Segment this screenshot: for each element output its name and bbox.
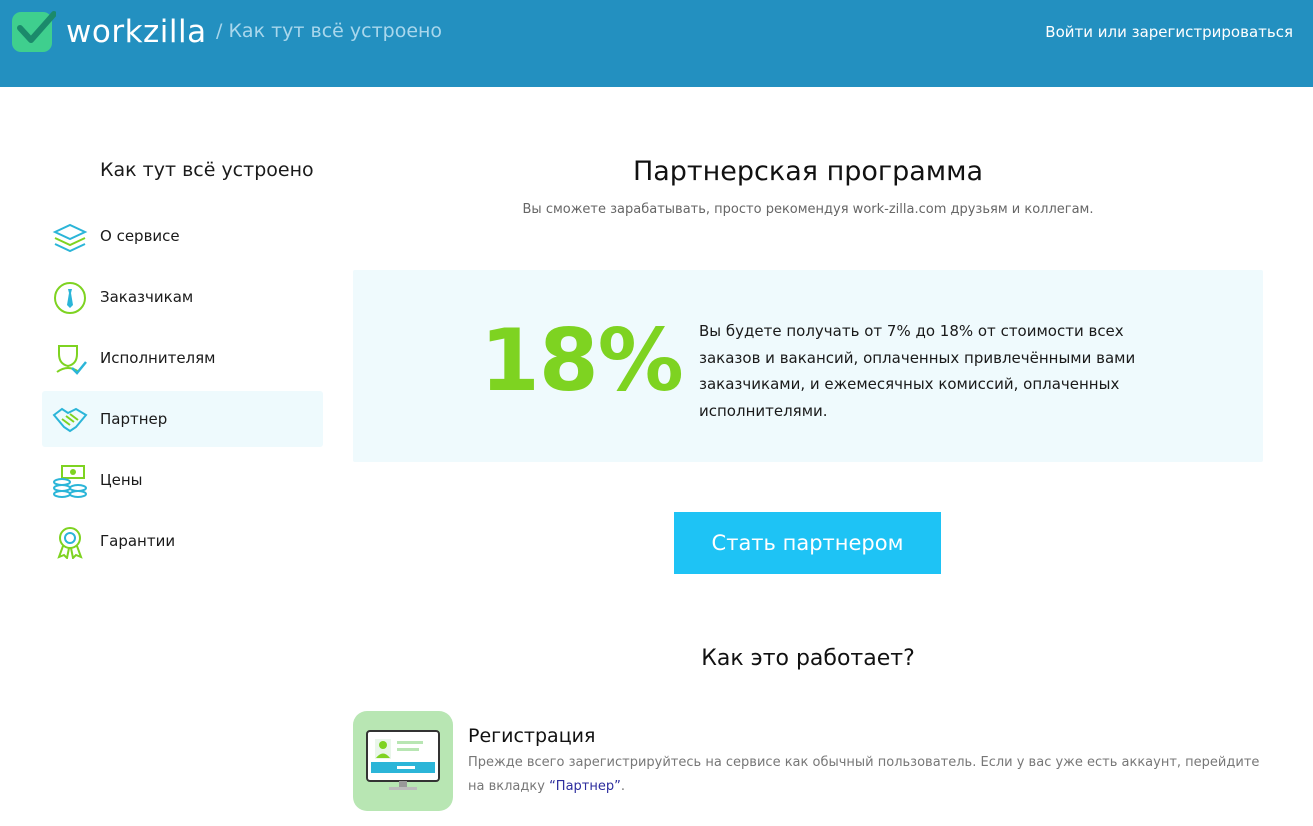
step-description: Прежде всего зарегистрируйтесь на сервис… xyxy=(468,751,1268,799)
partner-tab-link[interactable]: “Партнер” xyxy=(549,779,621,794)
sidebar-item-clients[interactable]: Заказчикам xyxy=(42,269,323,325)
sidebar-item-label: О сервисе xyxy=(100,227,180,245)
sidebar-item-label: Исполнителям xyxy=(100,349,216,367)
step-desc-end: . xyxy=(620,779,625,794)
step-title: Регистрация xyxy=(468,725,596,747)
login-link[interactable]: Войти или зарегистрироваться xyxy=(1045,23,1293,41)
award-badge-icon xyxy=(57,527,83,559)
logo-check-icon xyxy=(12,11,56,52)
sidebar-item-partner[interactable]: Партнер xyxy=(42,391,323,447)
sidebar-item-label: Гарантии xyxy=(100,532,176,550)
money-stack-icon xyxy=(53,465,87,498)
logo[interactable]: workzilla xyxy=(12,10,207,54)
handshake-icon xyxy=(52,407,88,433)
page-title: Партнерская программа xyxy=(632,156,984,187)
sidebar-item-label: Цены xyxy=(100,471,143,489)
logo-text: workzilla xyxy=(66,14,207,50)
sidebar-title: Как тут всё устроено xyxy=(100,159,314,181)
top-header: workzilla / Как тут всё устроено Войти и… xyxy=(0,0,1313,87)
promo-text: Вы будете получать от 7% до 18% от стоим… xyxy=(699,322,1136,420)
sidebar-item-label: Партнер xyxy=(100,410,168,428)
become-partner-button[interactable]: Стать партнером xyxy=(674,512,941,574)
sidebar-item-label: Заказчикам xyxy=(100,288,194,306)
sidebar-item-about[interactable]: О сервисе xyxy=(42,208,323,264)
breadcrumb: / Как тут всё устроено xyxy=(216,20,443,42)
tie-person-icon xyxy=(54,282,86,314)
computer-profile-icon xyxy=(366,730,440,790)
step-registration-icon-tile xyxy=(353,711,453,811)
how-it-works-title: Как это работает? xyxy=(701,646,915,671)
page-subtitle: Вы сможете зарабатывать, просто рекоменд… xyxy=(522,202,1094,217)
sidebar-item-guarantees[interactable]: Гарантии xyxy=(42,513,323,569)
sidebar-nav: О сервисе Заказчикам Исполнителям Партне… xyxy=(42,208,323,574)
promo-box: 18% Вы будете получать от 7% до 18% от с… xyxy=(353,270,1263,462)
layers-icon xyxy=(52,223,88,253)
worker-check-icon xyxy=(56,345,87,375)
sidebar-item-prices[interactable]: Цены xyxy=(42,452,323,508)
sidebar-item-freelancers[interactable]: Исполнителям xyxy=(42,330,323,386)
promo-percent: 18% xyxy=(480,311,684,411)
